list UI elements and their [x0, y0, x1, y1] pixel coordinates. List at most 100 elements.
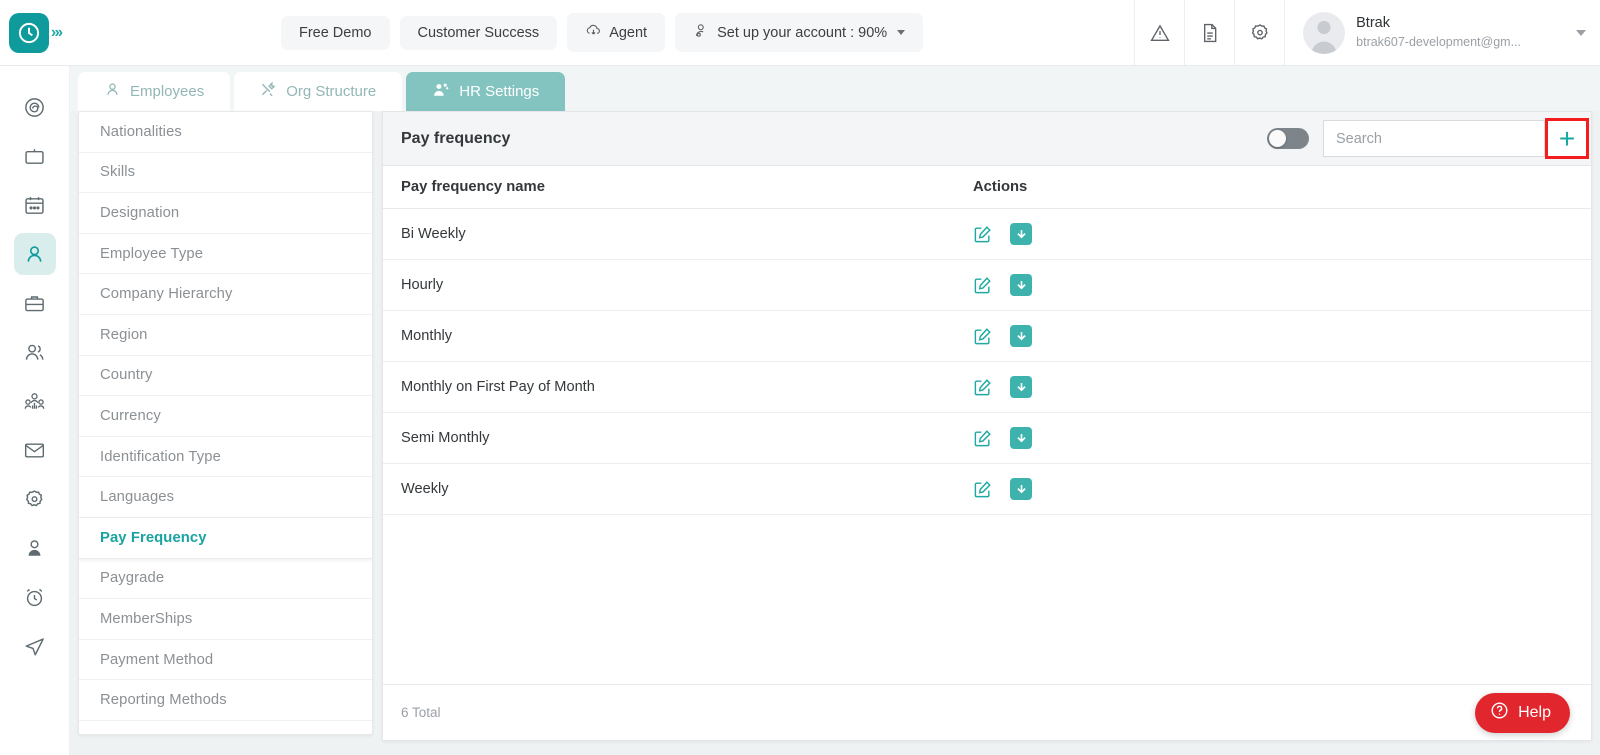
sidebar-item-user-profile[interactable] — [14, 527, 56, 569]
cell-actions — [973, 376, 1163, 398]
menu-item-currency[interactable]: Currency — [79, 396, 372, 437]
table-footer: 6 Total — [383, 684, 1591, 740]
status-toggle[interactable] — [1267, 128, 1309, 149]
warning-triangle-icon[interactable] — [1134, 0, 1184, 65]
add-button[interactable]: + — [1545, 118, 1589, 159]
user-info: Btrak btrak607-development@gm... — [1356, 14, 1521, 50]
plus-icon: + — [1558, 122, 1576, 154]
sidebar-item-two-users[interactable] — [14, 331, 56, 373]
menu-item-label: Currency — [100, 407, 161, 424]
table-row[interactable]: Bi Weekly — [383, 209, 1591, 260]
gear-icon[interactable] — [1234, 0, 1284, 65]
workspace: Nationalities Skills Designation Employe… — [70, 111, 1600, 755]
edit-icon[interactable] — [973, 225, 992, 244]
menu-item-identification-type[interactable]: Identification Type — [79, 437, 372, 478]
download-icon[interactable] — [1010, 325, 1032, 347]
free-demo-label: Free Demo — [298, 24, 372, 41]
agent-button[interactable]: Agent — [567, 13, 666, 52]
sidebar-item-calendar[interactable] — [14, 184, 56, 226]
sidebar-item-spiral-dashboard[interactable] — [14, 86, 56, 128]
sidebar-item-employees[interactable] — [13, 233, 56, 275]
cell-pay-frequency-name: Monthly on First Pay of Month — [401, 379, 595, 395]
edit-icon[interactable] — [973, 327, 992, 346]
cell-pay-frequency-name: Weekly — [401, 481, 449, 497]
sidebar-item-mail[interactable] — [14, 429, 56, 471]
menu-item-payment-method[interactable]: Payment Method — [79, 640, 372, 681]
user-email: btrak607-development@gm... — [1356, 34, 1521, 49]
tab-org-structure-label: Org Structure — [286, 83, 377, 100]
agent-label: Agent — [609, 24, 648, 41]
menu-item-label: Skills — [100, 164, 136, 181]
account-setup-button[interactable]: Set up your account : 90% — [675, 13, 924, 52]
download-icon[interactable] — [1010, 274, 1032, 296]
user-chevron-down-icon[interactable] — [1576, 29, 1586, 36]
download-icon[interactable] — [1010, 427, 1032, 449]
account-setup-label: Set up your account : 90% — [717, 24, 888, 41]
menu-item-skills[interactable]: Skills — [79, 153, 372, 194]
cell-actions — [973, 223, 1163, 245]
sidebar-item-briefcase[interactable] — [14, 282, 56, 324]
sidebar-item-group-people[interactable] — [14, 380, 56, 422]
cloud-download-icon — [585, 22, 602, 43]
download-icon[interactable] — [1010, 478, 1032, 500]
document-icon[interactable] — [1184, 0, 1234, 65]
edit-icon[interactable] — [973, 276, 992, 295]
menu-item-label: Pay Frequency — [100, 529, 207, 546]
menu-item-employee-type[interactable]: Employee Type — [79, 234, 372, 275]
table-row[interactable]: Hourly — [383, 260, 1591, 311]
sidebar-item-tv-screen[interactable] — [14, 135, 56, 177]
menu-item-label: Country — [100, 367, 153, 384]
sidebar-item-send[interactable] — [14, 625, 56, 667]
edit-icon[interactable] — [973, 378, 992, 397]
header-actions: Free Demo Customer Success Agent Set up … — [70, 13, 1134, 52]
edit-icon[interactable] — [973, 480, 992, 499]
menu-item-label: MemberShips — [100, 610, 193, 627]
menu-item-designation[interactable]: Designation — [79, 193, 372, 234]
menu-item-region[interactable]: Region — [79, 315, 372, 356]
sidebar-item-alarm-clock[interactable] — [14, 576, 56, 618]
sidebar-item-settings[interactable] — [14, 478, 56, 520]
avatar-icon — [1303, 11, 1346, 54]
table-row[interactable]: Weekly — [383, 464, 1591, 515]
sidebar-expand-icon[interactable]: »› — [51, 24, 63, 42]
search-input[interactable] — [1323, 120, 1545, 157]
table-row[interactable]: Semi Monthly — [383, 413, 1591, 464]
table-body: Bi Weekly Hourly Monthly Monthly on Firs… — [383, 209, 1591, 684]
table-row[interactable]: Monthly on First Pay of Month — [383, 362, 1591, 413]
menu-item-languages[interactable]: Languages — [79, 477, 372, 518]
menu-item-nationalities[interactable]: Nationalities — [79, 112, 372, 153]
table-row[interactable]: Monthly — [383, 311, 1591, 362]
customer-success-button[interactable]: Customer Success — [399, 15, 558, 50]
menu-item-label: Region — [100, 326, 148, 343]
help-label: Help — [1518, 704, 1551, 721]
tab-hr-settings[interactable]: HR Settings — [406, 72, 566, 111]
tab-org-structure[interactable]: Org Structure — [234, 72, 403, 111]
download-icon[interactable] — [1010, 376, 1032, 398]
panel-header-controls: + — [1267, 112, 1591, 165]
user-menu[interactable]: Btrak btrak607-development@gm... — [1284, 0, 1600, 65]
menu-item-paygrade[interactable]: Paygrade — [79, 559, 372, 600]
cell-pay-frequency-name: Hourly — [401, 277, 444, 293]
pay-frequency-panel: Pay frequency + Pay frequency name Actio… — [382, 111, 1592, 741]
free-demo-button[interactable]: Free Demo — [280, 15, 390, 50]
tab-hr-settings-label: HR Settings — [459, 83, 540, 100]
cell-pay-frequency-name: Bi Weekly — [401, 226, 466, 242]
menu-item-memberships[interactable]: MemberShips — [79, 599, 372, 640]
edit-icon[interactable] — [973, 429, 992, 448]
menu-item-company-hierarchy[interactable]: Company Hierarchy — [79, 274, 372, 315]
chevron-down-icon — [897, 30, 906, 35]
cell-actions — [973, 274, 1163, 296]
clock-logo-icon[interactable] — [8, 12, 49, 53]
download-icon[interactable] — [1010, 223, 1032, 245]
top-header: »› Free Demo Customer Success Agent Set … — [0, 0, 1600, 66]
left-icon-rail — [0, 66, 70, 755]
menu-item-reporting-methods[interactable]: Reporting Methods — [79, 680, 372, 721]
user-settings-icon — [693, 22, 710, 43]
cell-pay-frequency-name: Semi Monthly — [401, 430, 490, 446]
menu-item-country[interactable]: Country — [79, 356, 372, 397]
tab-employees[interactable]: Employees — [78, 72, 231, 111]
menu-item-pay-frequency[interactable]: Pay Frequency — [79, 517, 372, 559]
help-button[interactable]: Help — [1475, 693, 1570, 733]
menu-item-label: Company Hierarchy — [100, 286, 233, 303]
menu-item-label: Languages — [100, 489, 175, 506]
